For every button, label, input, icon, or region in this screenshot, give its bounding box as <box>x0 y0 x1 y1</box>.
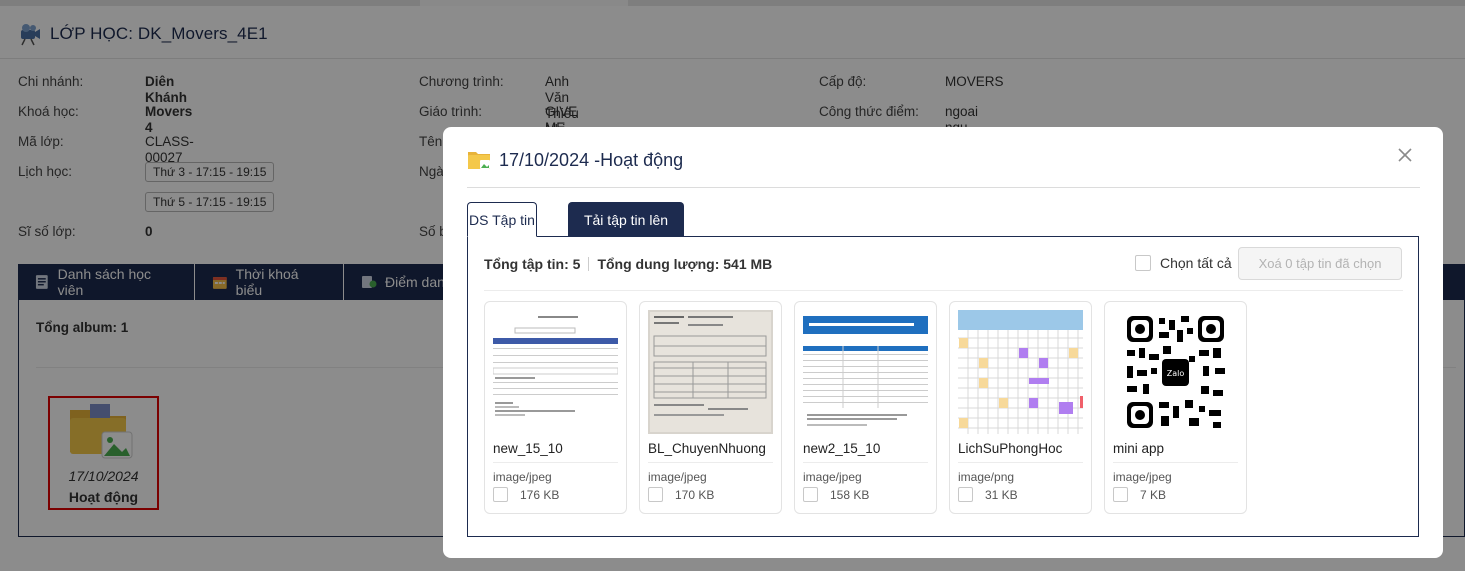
file-type: image/jpeg <box>1113 470 1172 484</box>
file-divider <box>803 462 928 463</box>
file-type: image/jpeg <box>648 470 707 484</box>
file-thumbnail[interactable] <box>648 310 773 434</box>
file-thumbnail[interactable]: Zalo <box>1113 310 1238 434</box>
qr-code-thumbnail-icon: Zalo <box>1113 310 1238 434</box>
svg-text:Zalo: Zalo <box>1167 369 1185 378</box>
document-thumbnail-icon <box>493 310 618 434</box>
select-all-box[interactable] <box>1135 255 1151 271</box>
file-card[interactable]: BL_ChuyenNhuong image/jpeg 170 KB <box>639 301 782 514</box>
file-card[interactable]: LichSuPhongHoc image/png 31 KB <box>949 301 1092 514</box>
folder-icon <box>468 152 490 169</box>
tab-file-list[interactable]: DS Tập tin <box>467 202 537 237</box>
file-card[interactable]: Zalo mini app image/jpeg 7 KB <box>1104 301 1247 514</box>
file-divider <box>1113 462 1238 463</box>
file-divider <box>958 462 1083 463</box>
file-select-row: 170 KB <box>648 487 714 502</box>
stats-separator <box>588 257 590 271</box>
total-size: Tổng dung lượng: 541 MB <box>597 256 773 272</box>
select-all-checkbox[interactable]: Chọn tất cả <box>1135 255 1232 271</box>
file-size: 170 KB <box>675 487 715 502</box>
file-checkbox[interactable] <box>958 487 973 502</box>
panel-divider <box>484 290 1403 291</box>
file-select-row: 158 KB <box>803 487 869 502</box>
file-type: image/jpeg <box>803 470 862 484</box>
file-size: 7 KB <box>1140 487 1167 502</box>
dialog-divider <box>467 187 1420 188</box>
file-list-panel: Tổng tập tin: 5 Tổng dung lượng: 541 MB … <box>467 236 1419 537</box>
file-size: 31 KB <box>985 487 1018 502</box>
file-divider <box>493 462 618 463</box>
spreadsheet-thumbnail-icon <box>958 310 1083 434</box>
file-card[interactable]: new2_15_10 image/jpeg 158 KB <box>794 301 937 514</box>
file-checkbox[interactable] <box>1113 487 1128 502</box>
dialog-header: 17/10/2024 -Hoạt động <box>467 149 683 171</box>
file-name: new2_15_10 <box>803 441 881 456</box>
file-size: 176 KB <box>520 487 560 502</box>
file-type: image/jpeg <box>493 470 552 484</box>
tab-upload-files[interactable]: Tải tập tin lên <box>568 202 684 237</box>
file-checkbox[interactable] <box>803 487 818 502</box>
file-thumbnail[interactable] <box>803 310 928 434</box>
file-card[interactable]: new_15_10 image/jpeg 176 KB <box>484 301 627 514</box>
file-divider <box>648 462 773 463</box>
file-select-row: 7 KB <box>1113 487 1166 502</box>
file-size: 158 KB <box>830 487 870 502</box>
dialog-title: 17/10/2024 -Hoạt động <box>499 149 684 170</box>
file-select-row: 176 KB <box>493 487 559 502</box>
delete-selected-button[interactable]: Xoá 0 tập tin đã chọn <box>1238 247 1402 280</box>
select-all-label: Chọn tất cả <box>1160 255 1232 271</box>
file-select-row: 31 KB <box>958 487 1018 502</box>
file-thumbnail[interactable] <box>958 310 1083 434</box>
close-icon[interactable] <box>1395 145 1415 165</box>
file-checkbox[interactable] <box>493 487 508 502</box>
file-checkbox[interactable] <box>648 487 663 502</box>
file-name: new_15_10 <box>493 441 563 456</box>
total-files: Tổng tập tin: 5 <box>484 256 581 272</box>
file-name: mini app <box>1113 441 1165 456</box>
file-stats: Tổng tập tin: 5 Tổng dung lượng: 541 MB <box>484 256 772 272</box>
document-thumbnail-icon <box>803 310 928 434</box>
receipt-photo-thumbnail-icon <box>648 310 773 434</box>
file-thumbnail[interactable] <box>493 310 618 434</box>
file-type: image/png <box>958 470 1015 484</box>
file-dialog: 17/10/2024 -Hoạt động DS Tập tin Tải tập… <box>443 127 1443 558</box>
file-name: LichSuPhongHoc <box>958 441 1063 456</box>
file-name: BL_ChuyenNhuong <box>648 441 766 456</box>
